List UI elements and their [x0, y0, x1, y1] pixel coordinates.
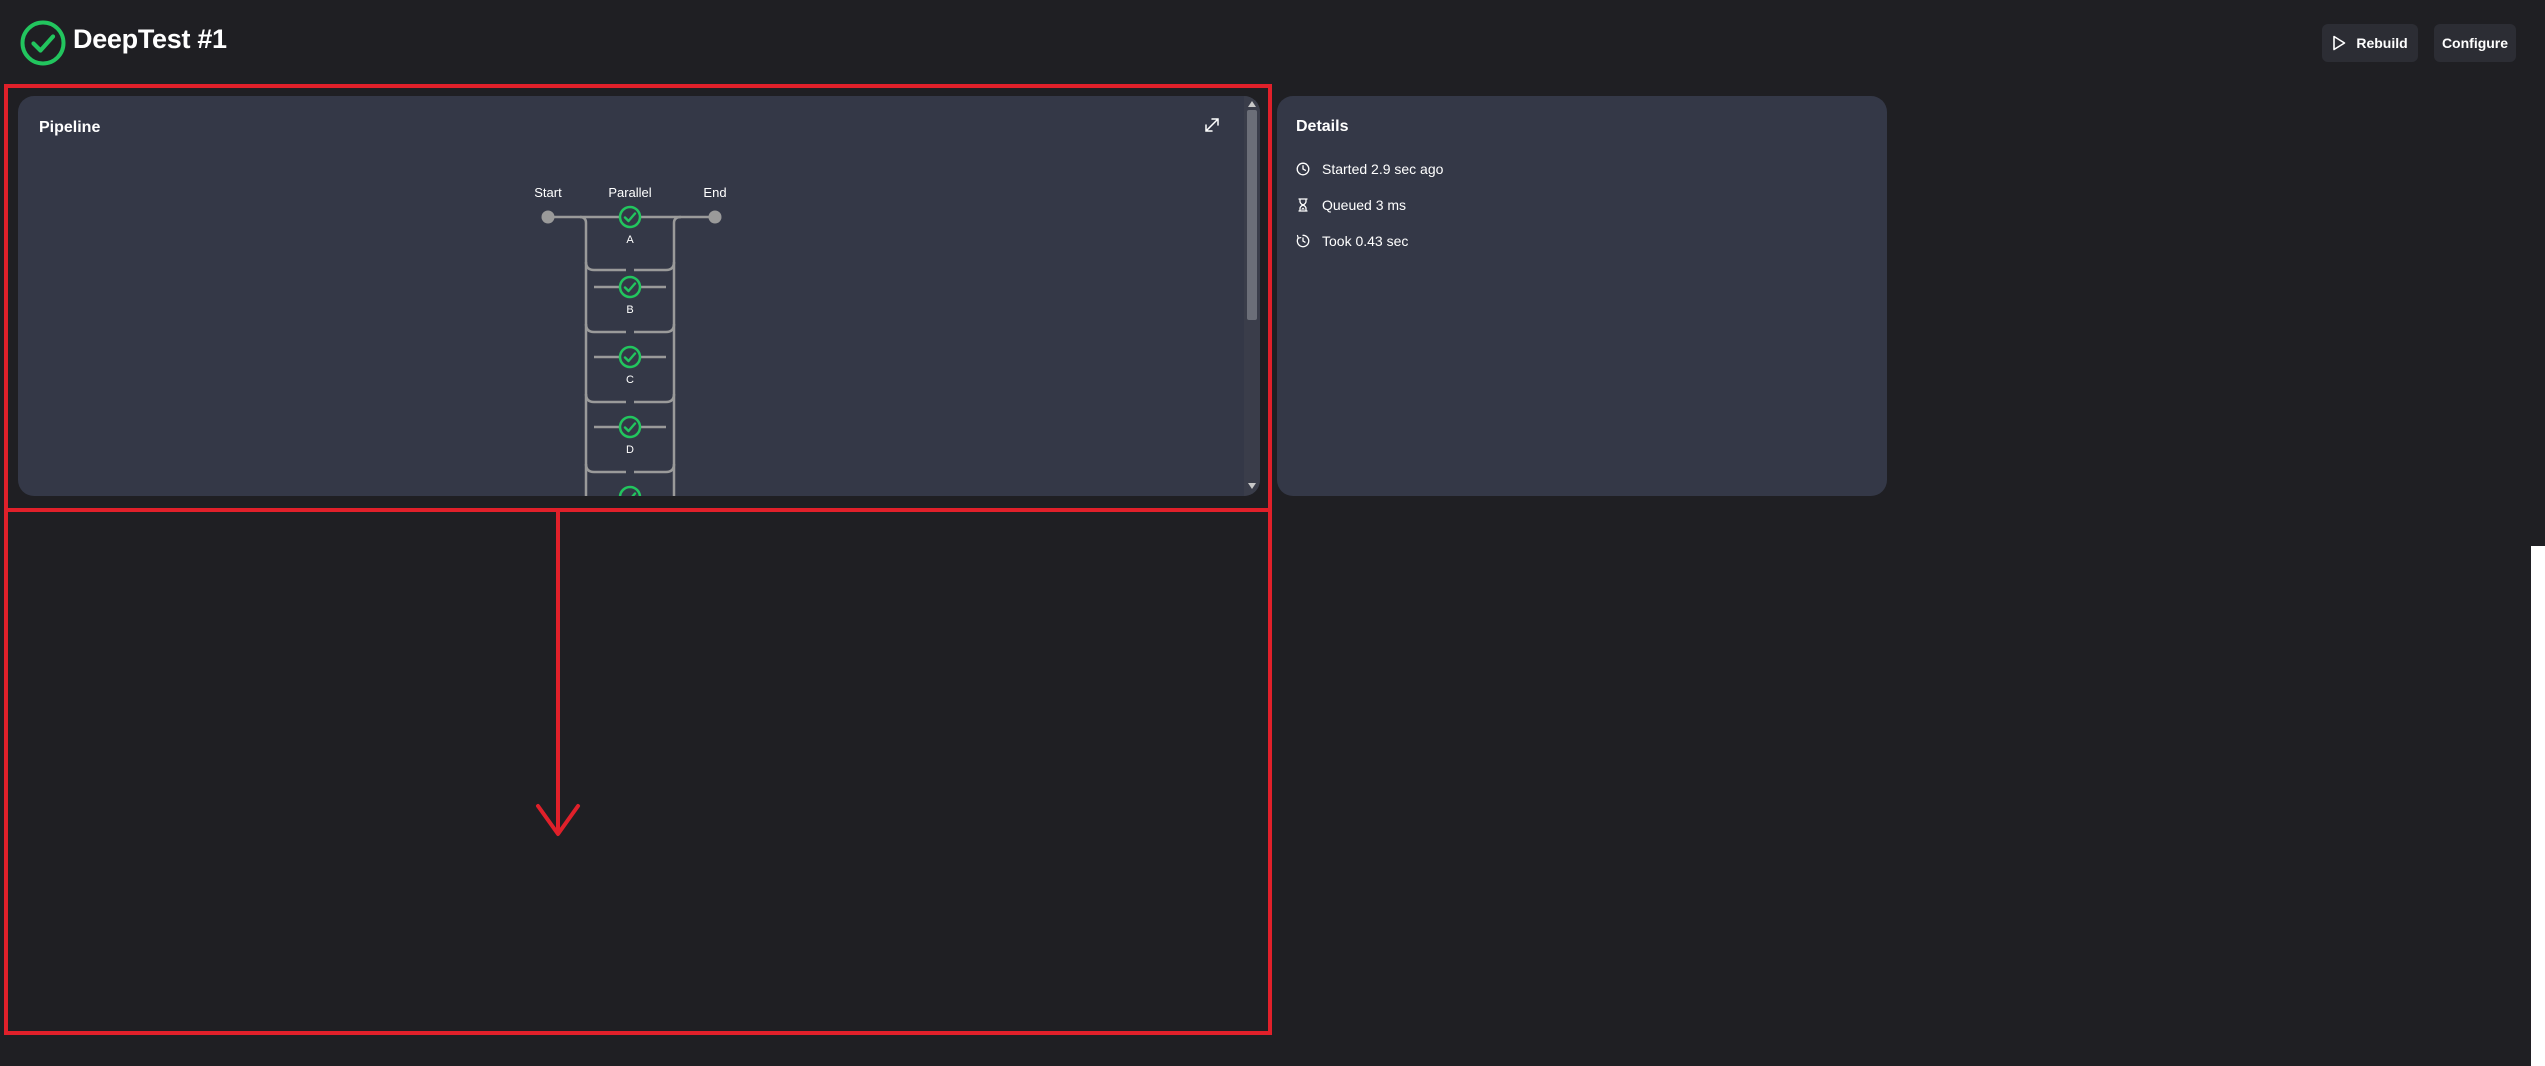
rebuild-label: Rebuild	[2356, 35, 2408, 51]
took-text: Took 0.43 sec	[1322, 233, 1409, 249]
annotation-box-top	[4, 84, 1272, 512]
details-title: Details	[1296, 118, 1349, 135]
play-icon	[2333, 35, 2346, 51]
configure-button[interactable]: Configure	[2434, 24, 2516, 62]
queued-text: Queued 3 ms	[1322, 197, 1407, 213]
rebuild-button[interactable]: Rebuild	[2322, 24, 2418, 62]
detail-queued: Queued 3 ms	[1296, 197, 1406, 213]
clock-icon	[1296, 162, 1310, 176]
configure-label: Configure	[2441, 35, 2509, 51]
edge-strip	[2531, 546, 2545, 1066]
detail-started: Started 2.9 sec ago	[1296, 161, 1443, 177]
detail-took: Took 0.43 sec	[1296, 233, 1408, 249]
details-card: Details Started 2.9 sec ago Queued 3 ms …	[1277, 96, 1887, 496]
hourglass-icon	[1298, 198, 1308, 212]
started-text: Started 2.9 sec ago	[1322, 161, 1444, 177]
annotation-arrow-icon	[536, 510, 580, 836]
page-title: DeepTest #1	[73, 24, 227, 54]
status-success-icon	[20, 20, 66, 66]
annotation-box-bottom	[4, 508, 1272, 1035]
timer-icon	[1296, 234, 1310, 248]
